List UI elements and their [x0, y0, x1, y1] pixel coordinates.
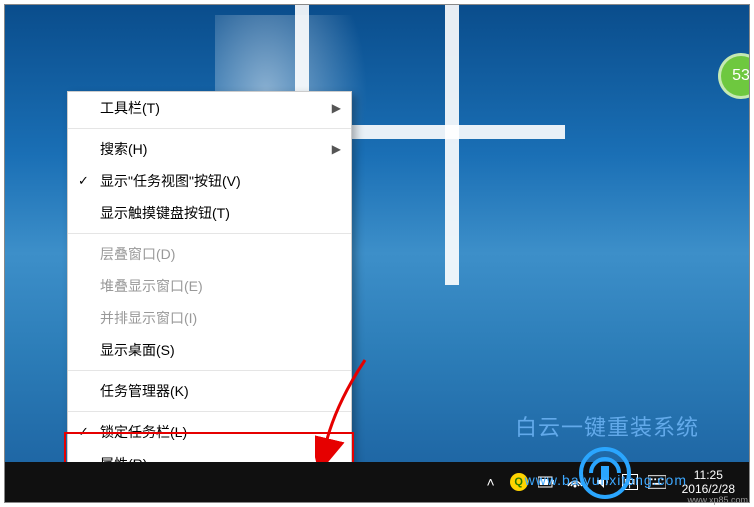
- security-icon[interactable]: Q: [510, 473, 528, 491]
- menu-separator: [68, 233, 351, 234]
- menu-show-desktop[interactable]: 显示桌面(S): [68, 334, 351, 366]
- menu-lock-taskbar[interactable]: ✓ 锁定任务栏(L): [68, 416, 351, 448]
- taskbar-context-menu: 工具栏(T) ▶ 搜索(H) ▶ ✓ 显示"任务视图"按钮(V) 显示触摸键盘按…: [67, 91, 352, 481]
- ime-icon[interactable]: 中: [622, 474, 638, 490]
- system-tray: ˄ Q 中 11:25 2016/2/28: [482, 468, 749, 496]
- clock-date: 2016/2/28: [682, 482, 735, 496]
- check-icon: ✓: [78, 173, 89, 189]
- taskbar-clock[interactable]: 11:25 2016/2/28: [676, 468, 741, 496]
- taskbar[interactable]: ˄ Q 中 11:25 2016/2/28: [5, 462, 749, 502]
- menu-task-manager[interactable]: 任务管理器(K): [68, 375, 351, 407]
- menu-label: 工具栏(T): [100, 98, 160, 118]
- menu-label: 并排显示窗口(I): [100, 308, 197, 328]
- network-icon[interactable]: [566, 473, 584, 491]
- menu-separator: [68, 370, 351, 371]
- menu-separator: [68, 411, 351, 412]
- volume-icon[interactable]: [594, 473, 612, 491]
- menu-side-windows: 并排显示窗口(I): [68, 302, 351, 334]
- chevron-right-icon: ▶: [332, 101, 341, 115]
- menu-cascade-windows: 层叠窗口(D): [68, 238, 351, 270]
- corner-watermark: www.xp85.com: [687, 495, 748, 505]
- menu-separator: [68, 128, 351, 129]
- menu-label: 显示触摸键盘按钮(T): [100, 203, 230, 223]
- menu-stack-windows: 堆叠显示窗口(E): [68, 270, 351, 302]
- menu-toolbars[interactable]: 工具栏(T) ▶: [68, 92, 351, 124]
- chevron-up-icon[interactable]: ˄: [482, 473, 500, 491]
- check-icon: ✓: [78, 424, 89, 440]
- menu-label: 堆叠显示窗口(E): [100, 276, 203, 296]
- menu-show-taskview[interactable]: ✓ 显示"任务视图"按钮(V): [68, 165, 351, 197]
- clock-time: 11:25: [682, 468, 735, 482]
- keyboard-icon[interactable]: [648, 473, 666, 491]
- menu-label: 锁定任务栏(L): [100, 422, 187, 442]
- menu-search[interactable]: 搜索(H) ▶: [68, 133, 351, 165]
- menu-label: 显示"任务视图"按钮(V): [100, 171, 241, 191]
- menu-label: 显示桌面(S): [100, 340, 175, 360]
- menu-label: 搜索(H): [100, 139, 147, 159]
- chevron-right-icon: ▶: [332, 142, 341, 156]
- menu-label: 层叠窗口(D): [100, 244, 175, 264]
- menu-show-touch-keyboard[interactable]: 显示触摸键盘按钮(T): [68, 197, 351, 229]
- battery-icon[interactable]: [538, 473, 556, 491]
- menu-label: 任务管理器(K): [100, 381, 189, 401]
